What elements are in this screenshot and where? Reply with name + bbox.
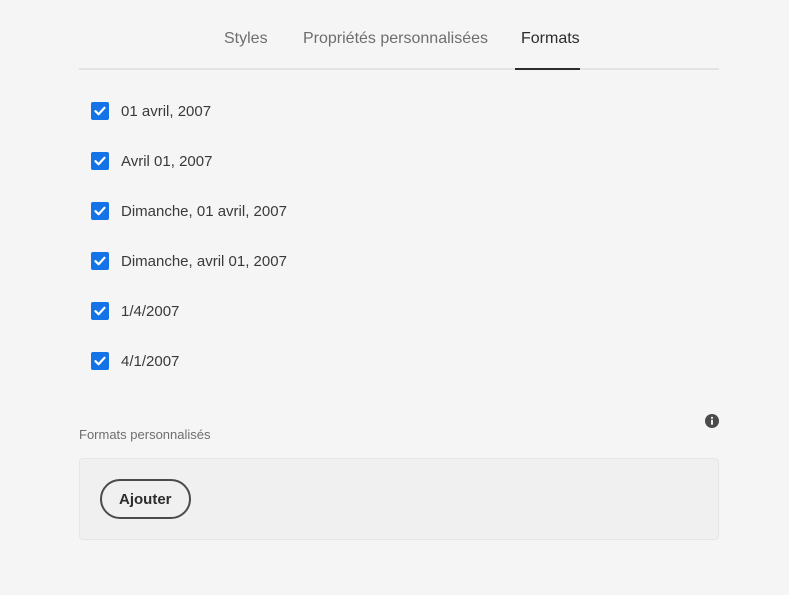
tab-styles[interactable]: Styles	[224, 30, 268, 48]
info-icon[interactable]	[705, 414, 719, 428]
checkmark-icon	[94, 356, 106, 366]
format-option-1[interactable]: 01 avril, 2007	[91, 101, 211, 121]
checkmark-icon	[94, 156, 106, 166]
checkmark-icon	[94, 256, 106, 266]
format-option-label: Dimanche, avril 01, 2007	[121, 252, 287, 270]
checkmark-icon	[94, 206, 106, 216]
add-button[interactable]: Ajouter	[100, 479, 191, 519]
checkbox-checked[interactable]	[91, 102, 109, 120]
checkbox-checked[interactable]	[91, 152, 109, 170]
tab-formats[interactable]: Formats	[521, 30, 580, 48]
checkbox-checked[interactable]	[91, 252, 109, 270]
custom-formats-label: Formats personnalisés	[79, 427, 211, 442]
checkbox-checked[interactable]	[91, 302, 109, 320]
format-option-2[interactable]: Avril 01, 2007	[91, 151, 212, 171]
format-option-label: 1/4/2007	[121, 302, 180, 320]
checkbox-checked[interactable]	[91, 202, 109, 220]
format-option-label: Dimanche, 01 avril, 2007	[121, 202, 287, 220]
checkmark-icon	[94, 106, 106, 116]
checkmark-icon	[94, 306, 106, 316]
tab-custom-properties[interactable]: Propriétés personnalisées	[303, 30, 488, 48]
format-option-5[interactable]: 1/4/2007	[91, 301, 179, 321]
tab-bar: Styles Propriétés personnalisées Formats	[79, 0, 719, 70]
custom-formats-panel: Ajouter	[79, 458, 719, 540]
format-option-label: Avril 01, 2007	[121, 152, 213, 170]
selected-tab-indicator	[515, 68, 580, 70]
format-option-label: 01 avril, 2007	[121, 102, 212, 120]
format-option-3[interactable]: Dimanche, 01 avril, 2007	[91, 201, 287, 221]
format-option-4[interactable]: Dimanche, avril 01, 2007	[91, 251, 287, 271]
format-option-label: 4/1/2007	[121, 352, 180, 370]
checkbox-checked[interactable]	[91, 352, 109, 370]
format-option-6[interactable]: 4/1/2007	[91, 351, 179, 371]
